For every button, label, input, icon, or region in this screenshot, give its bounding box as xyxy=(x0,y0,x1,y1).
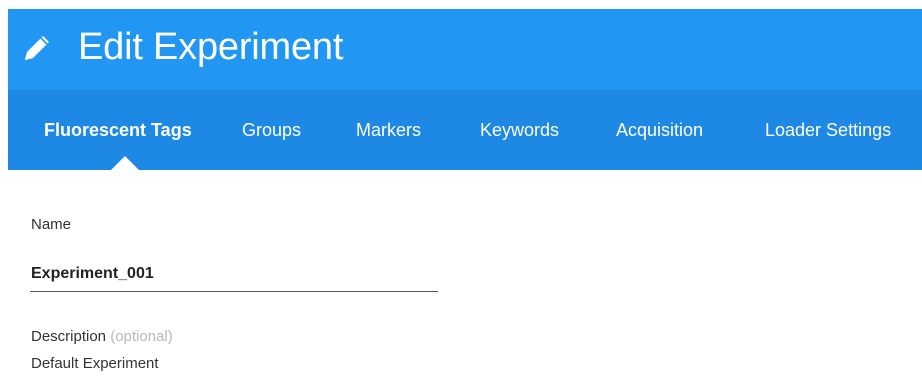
description-field[interactable]: Default Experiment xyxy=(31,355,159,372)
name-label: Name xyxy=(31,216,72,233)
pencil-icon xyxy=(21,32,53,64)
active-tab-indicator xyxy=(111,156,139,170)
tab-loader-settings[interactable]: Loader Settings xyxy=(765,118,891,142)
tab-bar: Fluorescent Tags Groups Markers Keywords… xyxy=(8,90,922,170)
tab-acquisition[interactable]: Acquisition xyxy=(616,118,703,142)
name-input[interactable] xyxy=(30,256,438,292)
tab-keywords[interactable]: Keywords xyxy=(480,118,559,142)
tab-groups[interactable]: Groups xyxy=(242,118,301,142)
description-label: Description (optional) xyxy=(31,328,173,345)
tab-fluorescent-tags[interactable]: Fluorescent Tags xyxy=(44,118,192,142)
page-title: Edit Experiment xyxy=(78,26,344,68)
edit-experiment-dialog: Edit Experiment Fluorescent Tags Groups … xyxy=(0,0,922,378)
tab-markers[interactable]: Markers xyxy=(356,118,421,142)
title-bar: Edit Experiment xyxy=(8,9,922,90)
description-label-text: Description xyxy=(31,328,107,345)
optional-hint: (optional) xyxy=(110,328,173,345)
